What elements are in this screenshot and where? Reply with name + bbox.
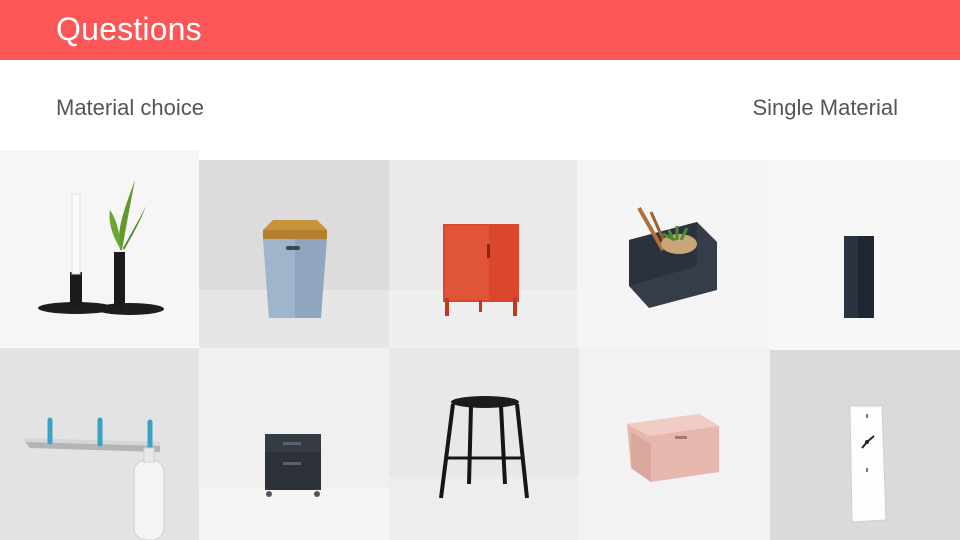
product-image-candle-holders — [0, 150, 199, 347]
product-image-bar-stool — [389, 348, 579, 540]
single-material-label: Single Material — [752, 95, 898, 120]
material-choice-label: Material choice — [56, 95, 204, 120]
page-title: Questions — [56, 11, 202, 47]
product-image-filing-cabinet — [199, 348, 389, 540]
header-bar: Questions — [0, 0, 960, 60]
product-image-wall-pocket — [768, 160, 960, 350]
product-image-red-locker — [389, 160, 577, 348]
product-image-hex-stool — [199, 160, 389, 348]
product-image-pink-box — [579, 348, 770, 540]
product-image-wall-clock — [770, 350, 960, 540]
product-image-coat-hooks — [0, 348, 199, 540]
product-image-tool-box — [577, 160, 768, 348]
